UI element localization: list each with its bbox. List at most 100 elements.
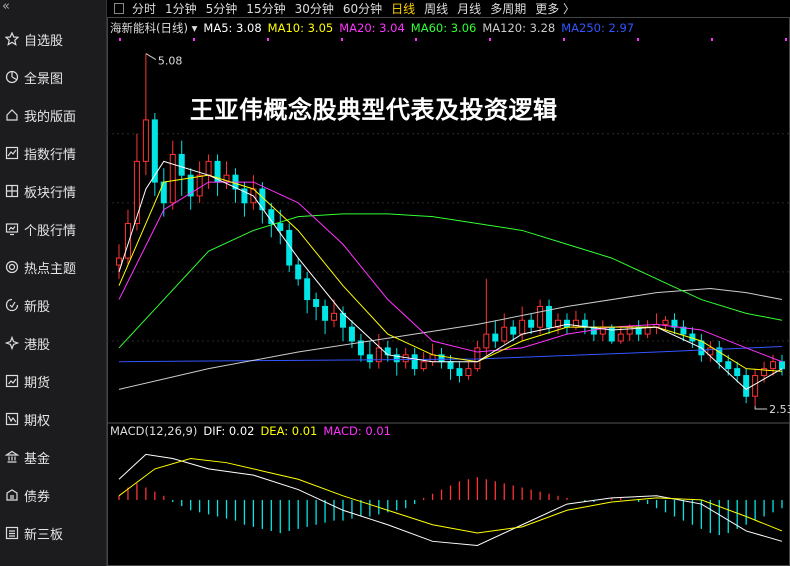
sidebar-item-7[interactable]: 新股: [0, 288, 106, 322]
candle-body: [366, 354, 373, 363]
sidebar: « 自选股全景图我的版面指数行情板块行情个股行情热点主题新股港股期货期权基金债券…: [0, 0, 107, 566]
ma10-line: [118, 174, 783, 372]
macd-legend-item: DIF: 0.02: [203, 424, 255, 438]
candle-body: [465, 368, 472, 377]
event-marker: [785, 38, 787, 41]
sidebar-item-label: 债券: [24, 489, 51, 505]
collapse-sidebar-icon[interactable]: «: [2, 0, 10, 14]
sidebar-item-label: 指数行情: [24, 147, 77, 163]
candle-body: [510, 326, 517, 335]
sidebar-item-13[interactable]: 新三板: [0, 516, 106, 550]
sidebar-item-5[interactable]: 个股行情: [0, 212, 106, 246]
sidebar-item-11[interactable]: 基金: [0, 440, 106, 474]
candle-body: [313, 299, 320, 307]
sidebar-item-10[interactable]: 期权: [0, 402, 106, 436]
timeframe-tab-4[interactable]: 30分钟: [295, 0, 334, 17]
headline-overlay: 王亚伟概念股典型代表及投资逻辑: [190, 96, 558, 124]
timeframe-tab-5[interactable]: 60分钟: [343, 0, 382, 17]
timeframe-tab-6[interactable]: 日线: [391, 0, 415, 17]
sidebar-item-label: 港股: [24, 337, 51, 353]
candle-body: [474, 347, 481, 370]
sidebar-item-label: 期权: [24, 413, 51, 429]
candle-body: [348, 326, 355, 342]
event-marker: [711, 38, 713, 41]
fund-icon: [4, 450, 19, 465]
candle-body: [752, 375, 759, 397]
candle-body: [779, 361, 785, 370]
sidebar-item-2[interactable]: 我的版面: [0, 98, 106, 132]
macd-legend-item: MACD: 0.01: [323, 424, 391, 438]
event-marker: [267, 38, 269, 41]
macd-legend: MACD(12,26,9) DIF: 0.02 DEA: 0.01 MACD: 0.0…: [110, 424, 397, 438]
timeframe-tab-9[interactable]: 多周期: [490, 0, 526, 17]
candle-body: [501, 326, 508, 342]
sidebar-item-label: 期货: [24, 375, 51, 391]
candle-body: [734, 368, 741, 377]
candle-body: [411, 354, 418, 370]
low-marker-line: [754, 405, 768, 410]
candle-body: [626, 326, 633, 335]
candle-body: [196, 174, 203, 197]
sidebar-item-6[interactable]: 热点主题: [0, 250, 106, 284]
sidebar-item-label: 我的版面: [24, 109, 77, 125]
candle-body: [456, 368, 463, 377]
timeframe-tab-10[interactable]: 更多 〉: [535, 0, 575, 17]
sidebar-item-label: 新三板: [24, 527, 64, 543]
candle-body: [519, 319, 526, 335]
event-marker: [637, 38, 639, 41]
event-marker: [119, 38, 121, 41]
timeframe-tab-8[interactable]: 月线: [457, 0, 481, 17]
options-icon: [4, 412, 19, 427]
sidebar-item-4[interactable]: 板块行情: [0, 174, 106, 208]
sidebar-item-label: 自选股: [24, 33, 64, 49]
candle-body: [304, 278, 311, 301]
timeframe-tab-7[interactable]: 周线: [424, 0, 448, 17]
target-icon: [4, 260, 19, 275]
chart-icon: [4, 146, 19, 161]
candle-body: [169, 153, 176, 204]
nse-icon: [4, 526, 19, 541]
timeframe-tab-3[interactable]: 15分钟: [246, 0, 285, 17]
candle-body: [133, 160, 140, 225]
candle-body: [707, 347, 714, 356]
timeframe-tab-0[interactable]: 分时: [132, 0, 156, 17]
candle-body: [322, 305, 329, 321]
candle-body: [142, 119, 149, 162]
candle-body: [420, 361, 427, 370]
futures-icon: [4, 374, 19, 389]
chart-settings-icon[interactable]: [114, 3, 124, 14]
candle-body: [447, 361, 454, 370]
new-icon: [4, 298, 19, 313]
candle-body: [725, 361, 732, 370]
sidebar-item-0[interactable]: 自选股: [0, 22, 106, 56]
macd-legend-item: DEA: 0.01: [260, 424, 318, 438]
sidebar-item-1[interactable]: 全景图: [0, 60, 106, 94]
blocks-icon: [4, 184, 19, 199]
candle-body: [205, 160, 212, 176]
candle-body: [331, 312, 338, 321]
sidebar-item-label: 个股行情: [24, 223, 77, 239]
timeframe-tab-2[interactable]: 5分钟: [206, 0, 238, 17]
sidebar-item-8[interactable]: 港股: [0, 326, 106, 360]
candle-body: [662, 319, 669, 325]
home-icon: [4, 108, 19, 123]
candle-body: [277, 223, 284, 231]
sidebar-item-label: 新股: [24, 299, 51, 315]
high-marker-line: [145, 53, 157, 61]
macd-legend-item[interactable]: MACD(12,26,9): [110, 424, 197, 438]
sidebar-item-label: 板块行情: [24, 185, 77, 201]
candle-body: [429, 354, 436, 363]
timeframe-tab-1[interactable]: 1分钟: [165, 0, 197, 17]
candle-body: [528, 319, 535, 328]
pie-icon: [4, 70, 19, 85]
sidebar-item-label: 全景图: [24, 71, 64, 87]
candle-body: [563, 319, 570, 328]
sidebar-item-9[interactable]: 期货: [0, 364, 106, 398]
event-marker: [489, 38, 491, 41]
candle-body: [743, 375, 750, 397]
sidebar-item-3[interactable]: 指数行情: [0, 136, 106, 170]
star-icon: [4, 32, 19, 47]
candle-body: [537, 305, 544, 328]
sidebar-item-12[interactable]: 债券: [0, 478, 106, 512]
monitor-icon: [4, 222, 19, 237]
